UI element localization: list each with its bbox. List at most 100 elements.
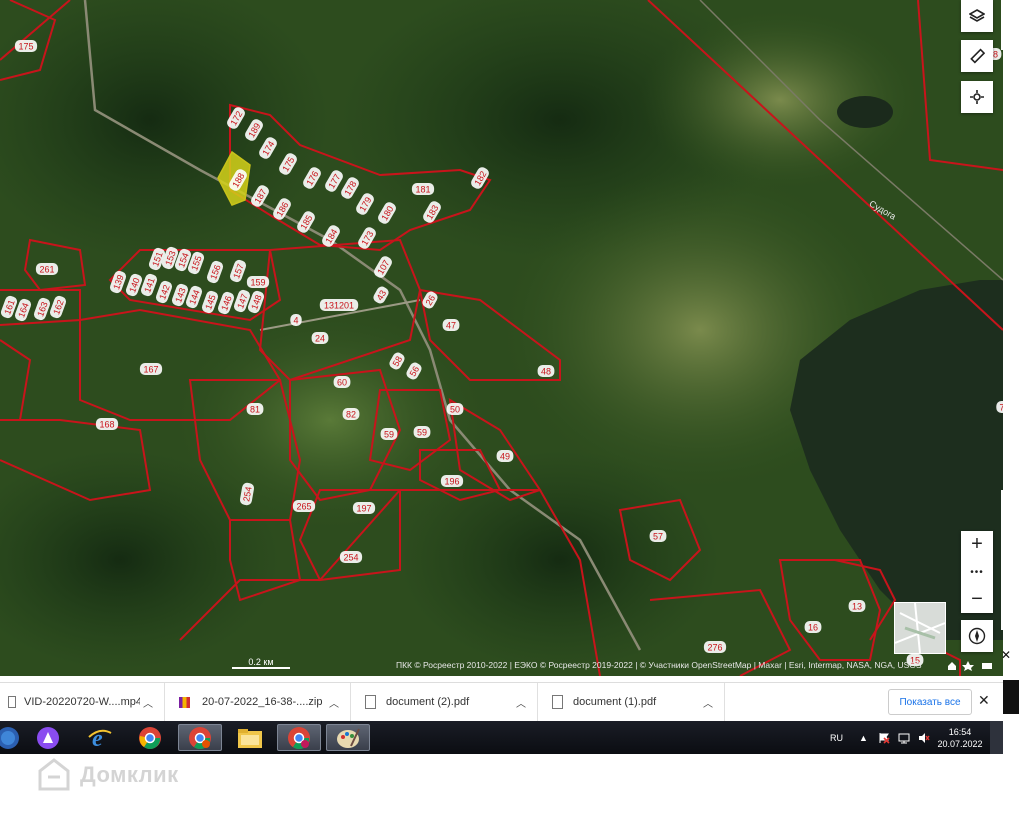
parcel-label[interactable]: 131201 <box>319 299 359 311</box>
parcel-label[interactable]: 24 <box>311 332 329 344</box>
zoom-in-button[interactable]: + <box>961 531 993 558</box>
parcel-label[interactable]: 60 <box>333 376 351 388</box>
parcel-label[interactable]: 141 <box>140 273 159 298</box>
parcel-label[interactable]: 59 <box>413 426 431 438</box>
parcel-label[interactable]: 185 <box>295 209 316 234</box>
parcel-label[interactable]: 182 <box>469 165 490 190</box>
parcel-label[interactable]: 168 <box>95 418 119 430</box>
parcel-label[interactable]: 176 <box>301 165 322 190</box>
parcel-label[interactable]: 157 <box>229 259 248 284</box>
parcel-label[interactable]: 145 <box>201 290 220 315</box>
parcel-label[interactable]: 183 <box>421 199 442 224</box>
parcel-label[interactable]: 186 <box>271 196 292 221</box>
parcel-label[interactable]: 159 <box>246 276 270 288</box>
parcel-number: 156 <box>208 263 223 281</box>
taskbar-ie[interactable]: e <box>78 724 122 751</box>
parcel-label[interactable]: 162 <box>49 295 68 320</box>
parcel-label[interactable]: 50 <box>446 403 464 415</box>
parcel-label[interactable]: 4 <box>290 314 302 326</box>
download-item[interactable]: VID-20220720-W....mp4 ︿ <box>0 683 165 721</box>
parcel-label[interactable]: 139 <box>109 270 128 295</box>
zoom-out-button[interactable]: − <box>961 586 993 613</box>
parcel-label[interactable]: 81 <box>246 403 264 415</box>
download-item[interactable]: document (2).pdf ︿ <box>351 683 538 721</box>
tray-expand-icon[interactable]: ▲ <box>859 733 868 743</box>
download-item[interactable]: 20-07-2022_16-38-....zip ︿ <box>165 683 351 721</box>
compass-button[interactable] <box>961 620 993 652</box>
chevron-up-icon[interactable]: ︿ <box>700 695 716 710</box>
tray-clock[interactable]: 16:54 20.07.2022 <box>936 726 984 750</box>
parcel-label[interactable]: 16 <box>804 621 822 633</box>
parcel-label[interactable]: 254 <box>339 551 363 563</box>
chevron-up-icon[interactable]: ︿ <box>326 695 342 710</box>
parcel-label[interactable]: 57 <box>649 530 667 542</box>
map-close-icon[interactable]: ✕ <box>1001 648 1011 662</box>
parcel-label[interactable]: 174 <box>257 135 278 160</box>
parcel-number: 131201 <box>324 301 354 311</box>
parcel-label[interactable]: 189 <box>243 117 264 142</box>
locate-point-button[interactable] <box>961 81 993 113</box>
parcel-label[interactable]: 140 <box>125 273 144 298</box>
parcel-label[interactable]: 276 <box>703 641 727 653</box>
parcel-label[interactable]: 181 <box>411 183 435 195</box>
parcel-label[interactable]: 167 <box>139 363 163 375</box>
parcel-label[interactable]: 82 <box>342 408 360 420</box>
parcel-label[interactable]: 59 <box>380 428 398 440</box>
parcel-label[interactable]: 43 <box>372 285 391 306</box>
parcel-label[interactable]: 175 <box>14 40 38 52</box>
parcel-label[interactable]: 48 <box>537 365 555 377</box>
parcel-label[interactable]: 175 <box>277 151 298 176</box>
chevron-up-icon[interactable]: ︿ <box>140 695 156 710</box>
parcel-label[interactable]: 265 <box>292 500 316 512</box>
parcel-label[interactable]: 261 <box>35 263 59 275</box>
zoom-more-button[interactable]: ••• <box>961 558 993 586</box>
right-panel-edge: 28 <box>1001 0 1003 50</box>
parcel-label[interactable]: 196 <box>440 475 464 487</box>
parcel-label[interactable]: 178 <box>339 175 360 200</box>
show-desktop-button[interactable] <box>990 721 1003 754</box>
parcel-label[interactable]: 26 <box>421 290 440 311</box>
layers-button[interactable] <box>961 0 993 32</box>
language-indicator[interactable]: RU <box>830 733 843 743</box>
flag-icon[interactable] <box>878 732 890 744</box>
chevron-up-icon[interactable]: ︿ <box>513 695 529 710</box>
parcel-number: 145 <box>203 293 218 311</box>
taskbar-explorer[interactable] <box>228 724 272 751</box>
taskbar-paint[interactable] <box>326 724 370 751</box>
parcel-label[interactable]: 156 <box>206 260 225 285</box>
parcel-label[interactable]: 142 <box>155 280 174 305</box>
parcel-label[interactable]: 7 <box>996 401 1003 413</box>
parcel-label[interactable]: 172 <box>225 105 246 130</box>
parcel-label[interactable]: 107 <box>372 254 393 279</box>
parcel-label[interactable]: 187 <box>249 183 270 208</box>
parcel-number: 139 <box>111 273 126 291</box>
parcel-label[interactable]: 179 <box>354 191 375 216</box>
parcel-label[interactable]: 56 <box>405 361 424 382</box>
taskbar-chrome-profile-b[interactable] <box>178 724 222 751</box>
map-viewport[interactable]: 175 172 189 174 188 175 176 177 178 187 186 185 184 1… <box>0 0 1003 676</box>
parcel-label[interactable]: 188 <box>227 167 248 192</box>
parcel-label[interactable]: 180 <box>376 200 397 225</box>
taskbar-chrome-profile-i[interactable] <box>277 724 321 751</box>
volume-muted-icon[interactable] <box>918 732 930 744</box>
taskbar-chrome[interactable] <box>128 724 172 751</box>
parcel-label[interactable]: 177 <box>323 168 344 193</box>
zoom-control: + ••• − <box>961 531 993 613</box>
download-item[interactable]: document (1).pdf ︿ <box>538 683 725 721</box>
parcel-label[interactable]: 49 <box>496 450 514 462</box>
taskbar-alice[interactable] <box>26 724 70 751</box>
parcel-label[interactable]: 254 <box>239 482 255 506</box>
basemap-switcher[interactable] <box>894 602 946 654</box>
parcel-label[interactable]: 146 <box>217 291 236 316</box>
parcel-label[interactable]: 58 <box>388 351 407 372</box>
parcel-label[interactable]: 163 <box>33 297 52 322</box>
parcel-label[interactable]: 184 <box>320 223 341 248</box>
parcel-label[interactable]: 47 <box>442 319 460 331</box>
parcel-label[interactable]: 197 <box>352 502 376 514</box>
ruler-button[interactable] <box>961 40 993 72</box>
show-all-downloads-button[interactable]: Показать все <box>888 689 972 715</box>
close-download-bar-button[interactable]: ✕ <box>978 692 990 709</box>
network-icon[interactable] <box>898 732 910 744</box>
parcel-label[interactable]: 13 <box>848 600 866 612</box>
parcel-label[interactable]: 173 <box>356 225 377 250</box>
